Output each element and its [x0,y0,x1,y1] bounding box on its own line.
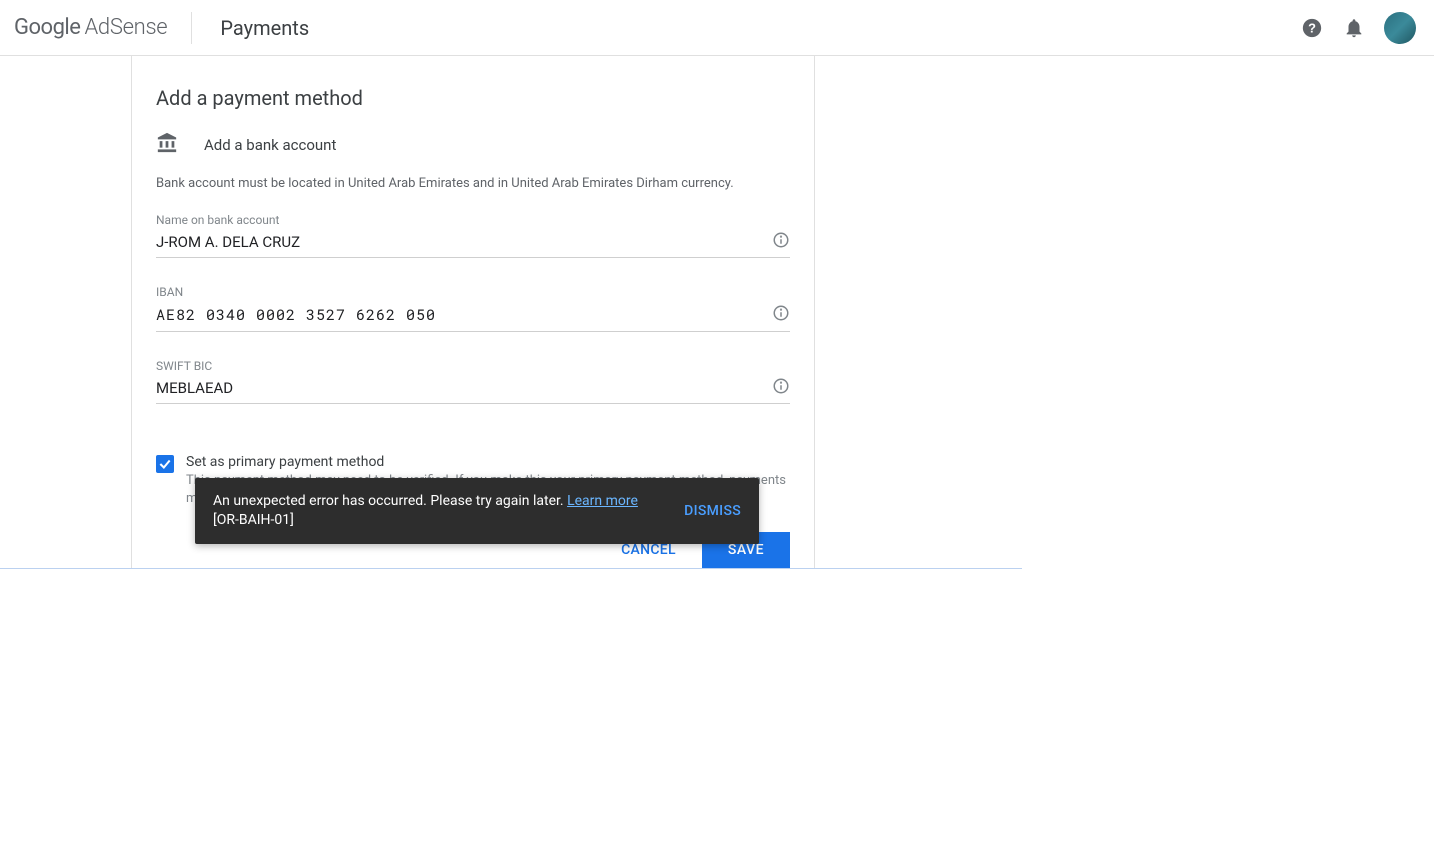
subtitle-row: Add a bank account [156,132,790,158]
primary-checkbox-label: Set as primary payment method [186,454,790,470]
iban-field: IBAN [156,285,790,332]
svg-text:?: ? [1308,20,1316,35]
swift-field: SWIFT BIC [156,359,790,404]
card-title: Add a payment method [156,86,790,110]
product-logo[interactable]: Google AdSense [12,15,167,40]
avatar[interactable] [1384,12,1416,44]
swift-label: SWIFT BIC [156,359,790,373]
info-icon[interactable] [772,377,790,399]
app-header: Google AdSense Payments ? [0,0,1434,56]
help-icon[interactable]: ? [1300,16,1324,40]
toast-learn-more-link[interactable]: Learn more [567,493,638,509]
info-icon[interactable] [772,231,790,253]
info-icon[interactable] [772,304,790,326]
iban-label: IBAN [156,285,790,299]
subtitle-text: Add a bank account [204,136,336,154]
toast-body: An unexpected error has occurred. Please… [213,492,660,530]
swift-input[interactable] [156,377,764,403]
primary-checkbox[interactable] [156,455,174,473]
page-title: Payments [220,16,309,40]
header-divider [191,12,192,44]
name-label: Name on bank account [156,213,790,227]
iban-input[interactable] [156,303,764,331]
toast-message: An unexpected error has occurred. Please… [213,493,567,509]
header-actions: ? [1300,12,1416,44]
dismiss-button[interactable]: DISMISS [684,503,741,519]
logo-google-text: Google [14,15,80,40]
bank-icon [156,132,178,158]
toast-error-code: [OR-BAIH-01] [213,511,660,530]
name-input[interactable] [156,231,764,257]
logo-adsense-text: AdSense [84,15,167,40]
name-field: Name on bank account [156,213,790,258]
notifications-icon[interactable] [1342,16,1366,40]
error-toast: An unexpected error has occurred. Please… [195,478,759,544]
location-helper-text: Bank account must be located in United A… [156,176,790,191]
content-area: Add a payment method Add a bank account … [0,56,1022,569]
